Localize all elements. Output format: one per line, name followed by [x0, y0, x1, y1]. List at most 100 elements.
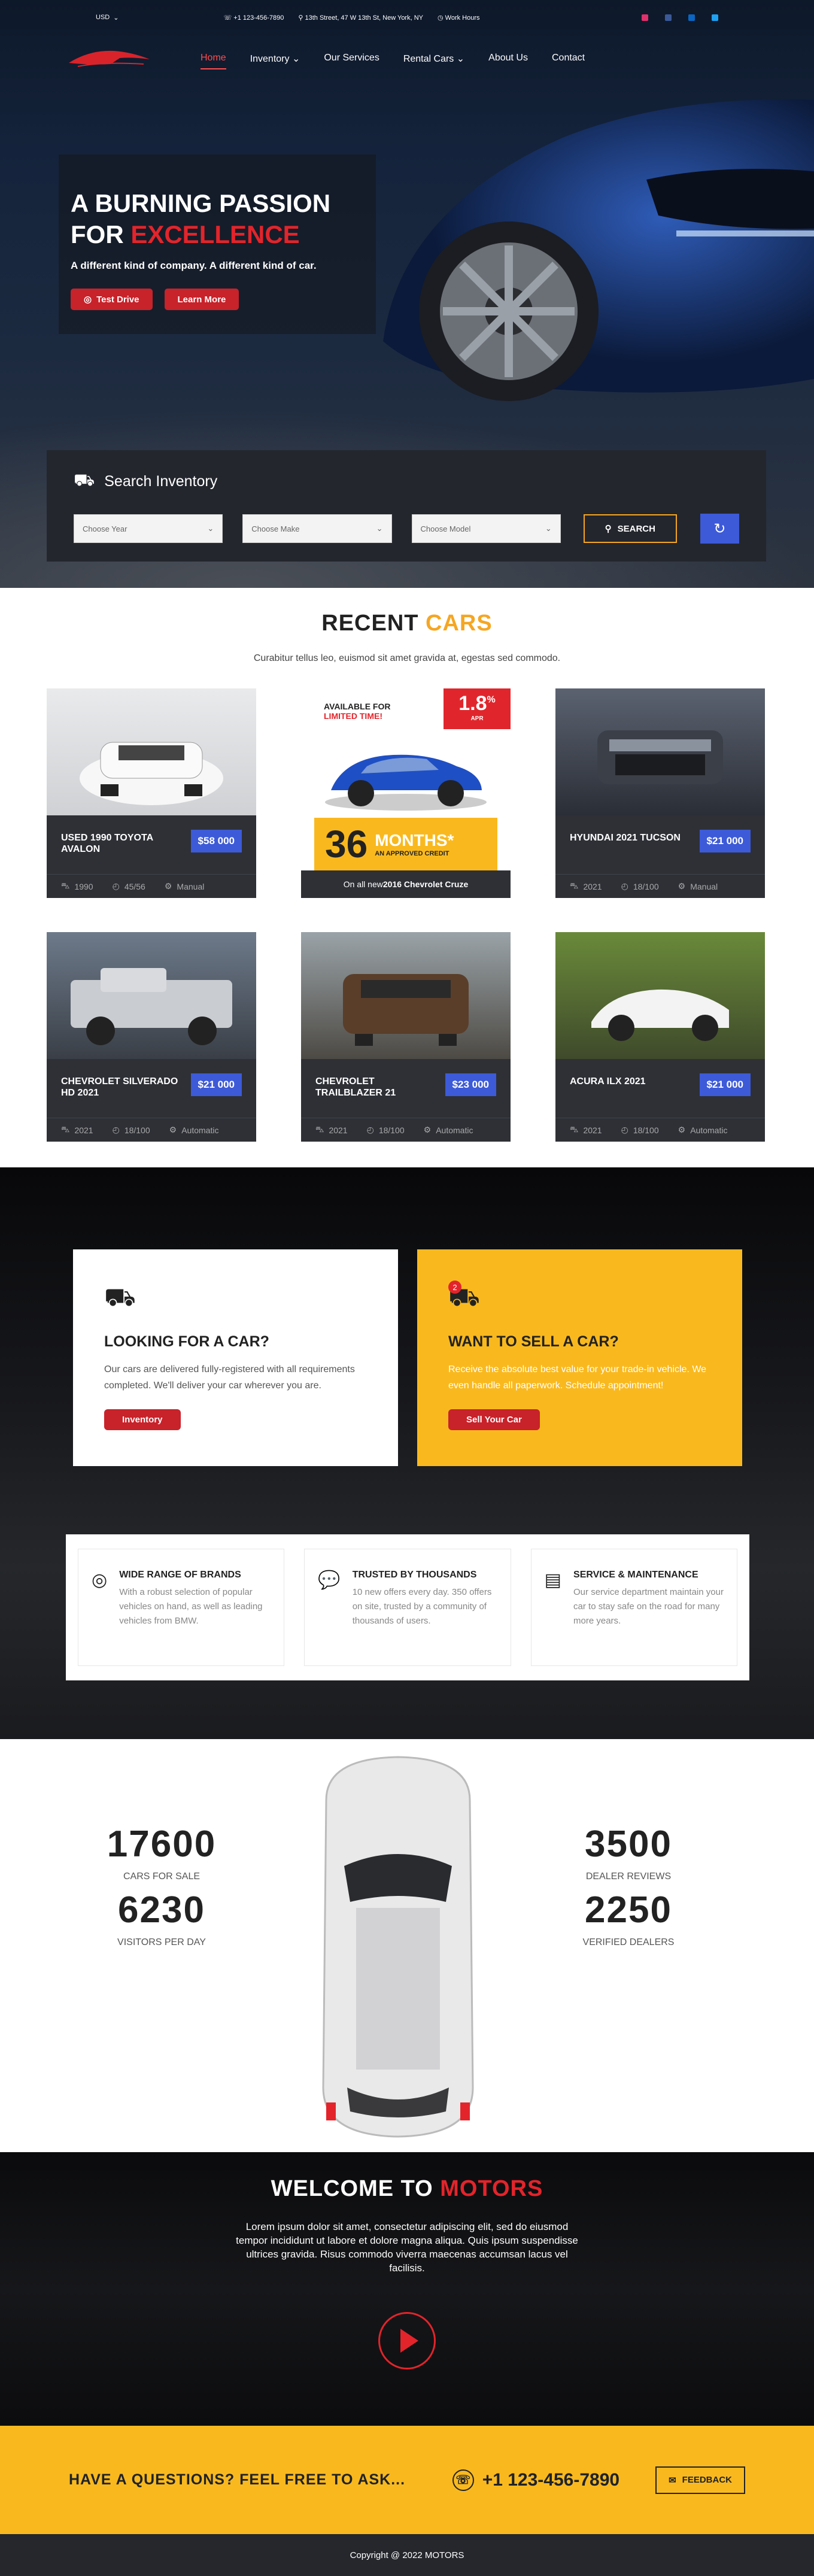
nav-our-services[interactable]: Our Services: [324, 50, 379, 67]
document-icon: ▤: [544, 1570, 562, 1590]
car-year-value: 1990: [74, 881, 93, 891]
search-button[interactable]: ⚲ SEARCH: [583, 514, 677, 543]
stat-label: DEALER REVIEWS: [585, 1871, 672, 1882]
sell-text: Receive the absolute best value for your…: [448, 1364, 707, 1391]
sell-car-button[interactable]: Sell Your Car: [448, 1409, 540, 1430]
looking-box: ⛟ LOOKING FOR A CAR? Our cars are delive…: [73, 1249, 398, 1466]
stats-section: 17600 CARS FOR SALE 6230 VISITORS PER DAY …: [0, 1739, 814, 2152]
feature-item: ▤ SERVICE & MAINTENANCE Our service depart…: [530, 1549, 737, 1666]
feature-text: With a robust selection of popular vehic…: [119, 1587, 263, 1626]
stat-reviews: 3500 DEALER REVIEWS: [560, 1823, 697, 1882]
welcome-title-b: MOTORS: [440, 2176, 543, 2201]
sell-badge: 2: [448, 1281, 461, 1294]
test-drive-button[interactable]: ◎ Test Drive: [71, 289, 153, 310]
make-select-label: Choose Make: [251, 524, 300, 533]
promo-availability: AVAILABLE FOR LIMITED TIME!: [324, 702, 390, 721]
nav-inventory[interactable]: Inventory ⌄: [250, 50, 300, 67]
car-miles-value: 18/100: [378, 1125, 405, 1135]
address-info: ⚲ 13th Street, 47 W 13th St, New York, N…: [298, 14, 423, 22]
feedback-button[interactable]: ✉ FEEDBACK: [655, 2466, 745, 2494]
recent-title: RECENT CARS: [0, 588, 814, 636]
hero-title-line1: A BURNING PASSION: [71, 189, 331, 217]
year-select[interactable]: Choose Year ⌄: [74, 514, 223, 543]
nav-about-us[interactable]: About Us: [488, 50, 528, 67]
car-price: $21 000: [699, 830, 751, 852]
cta-phone[interactable]: ☏ +1 123-456-7890: [452, 2469, 619, 2491]
phone-info[interactable]: ☏ +1 123-456-7890: [223, 14, 284, 22]
looking-title: LOOKING FOR A CAR?: [104, 1333, 269, 1350]
car-miles-value: 18/100: [124, 1125, 150, 1135]
feedback-label: FEEDBACK: [682, 2475, 732, 2485]
cta-question: HAVE A QUESTIONS? FEEL FREE TO ASK...: [69, 2471, 406, 2488]
car-price: $21 000: [699, 1073, 751, 1096]
hero-title-line2b: EXCELLENCE: [130, 220, 300, 248]
car-card[interactable]: ACURA ILX 2021 $21 000 ⛍ 2021 ◴ 18/100 ⚙ A…: [555, 932, 765, 1142]
car-transmission: ⚙ Manual: [164, 881, 205, 891]
phone-icon: ☏: [452, 2469, 474, 2491]
feature-title: SERVICE & MAINTENANCE: [573, 1570, 698, 1580]
sell-box: ⛟ 2 WANT TO SELL A CAR? Receive the absol…: [417, 1249, 742, 1466]
car-trans-value: Automatic: [181, 1125, 219, 1135]
car-card[interactable]: USED 1990 TOYOTA AVALON $58 000 ⛍ 1990 ◴ …: [47, 688, 256, 898]
car-image: [47, 932, 256, 1059]
stat-cars: 17600 CARS FOR SALE: [93, 1823, 230, 1882]
stat-label: VISITORS PER DAY: [117, 1937, 206, 1947]
reset-button[interactable]: ↻: [700, 514, 740, 544]
nav-home[interactable]: Home: [201, 50, 226, 69]
hours-label: Work Hours: [445, 14, 480, 22]
car-title: ACURA ILX 2021: [570, 1076, 646, 1087]
chevron-down-icon: ⌄: [376, 524, 383, 533]
car-price: $21 000: [190, 1073, 242, 1096]
recent-title-a: RECENT: [321, 611, 426, 636]
car-mileage: ◴ 18/100: [112, 1125, 150, 1135]
chevron-down-icon: ⌄: [545, 524, 552, 533]
inventory-button[interactable]: Inventory: [104, 1409, 181, 1430]
car-transmission: ⚙ Automatic: [678, 1125, 728, 1135]
car-year-value: 2021: [329, 1125, 348, 1135]
promo-note: On all new 2016 Chevrolet Cruze: [301, 870, 511, 898]
stat-label: CARS FOR SALE: [123, 1871, 201, 1882]
promo-card[interactable]: AVAILABLE FOR LIMITED TIME! 1.8% APR 36 MON…: [301, 688, 511, 898]
car-title: CHEVROLET TRAILBLAZER 21: [315, 1076, 396, 1098]
nav-rental-cars[interactable]: Rental Cars ⌄: [403, 50, 464, 67]
car-mileage: ◴ 18/100: [621, 1125, 659, 1135]
menu: Home Inventory ⌄ Our Services Rental Car…: [201, 50, 585, 69]
car-search-icon: ⛟: [104, 1283, 136, 1311]
car-card[interactable]: CHEVROLET SILVERADO HD 2021 $21 000 ⛍ 20…: [47, 932, 256, 1142]
linkedin-icon[interactable]: [688, 14, 695, 21]
mail-icon: ✉: [669, 2475, 676, 2486]
cta-phone-number: +1 123-456-7890: [482, 2469, 620, 2490]
car-year: ⛍ 2021: [570, 1124, 602, 1135]
logo[interactable]: [66, 44, 156, 74]
car-trans-value: Automatic: [690, 1125, 728, 1135]
facebook-icon[interactable]: [665, 14, 672, 21]
feature-text: 10 new offers every day. 350 offers on s…: [352, 1587, 492, 1626]
make-select[interactable]: Choose Make ⌄: [242, 514, 392, 543]
search-title: Search Inventory: [104, 472, 218, 490]
chevron-down-icon: ⌄: [207, 524, 214, 533]
stat-label: VERIFIED DEALERS: [582, 1937, 675, 1947]
car-year: ⛍ 2021: [570, 881, 602, 891]
model-select[interactable]: Choose Model ⌄: [411, 514, 561, 543]
car-card[interactable]: CHEVROLET TRAILBLAZER 21 $23 000 ⛍ 2021 ◴…: [301, 932, 511, 1142]
feature-title: TRUSTED BY THOUSANDS: [352, 1570, 477, 1580]
stat-value: 17600: [107, 1823, 217, 1865]
car-transmission: ⚙ Automatic: [169, 1125, 219, 1135]
car-mileage: ◴ 18/100: [621, 881, 659, 891]
year-select-label: Choose Year: [83, 524, 127, 533]
hero-subtitle: A different kind of company. A different…: [71, 260, 317, 271]
twitter-icon[interactable]: [712, 14, 718, 21]
instagram-icon[interactable]: [642, 14, 648, 21]
car-year: ⛍ 2021: [61, 1124, 93, 1135]
learn-more-button[interactable]: Learn More: [164, 289, 239, 310]
car-year: ⛍ 1990: [61, 881, 93, 891]
car-card[interactable]: HYUNDAI 2021 TUCSON $21 000 ⛍ 2021 ◴ 18/1…: [555, 688, 765, 898]
chat-icon: 💬: [318, 1570, 341, 1590]
nav-contact[interactable]: Contact: [552, 50, 585, 67]
hours-info: ◷ Work Hours: [438, 14, 480, 22]
welcome-section: WELCOME TO MOTORS Lorem ipsum dolor sit …: [0, 2152, 814, 2426]
car-trans-value: Manual: [177, 881, 205, 891]
currency-selector[interactable]: USD ⌄: [96, 14, 119, 22]
car-year-value: 2021: [583, 1125, 602, 1135]
play-video-button[interactable]: [378, 2312, 436, 2369]
